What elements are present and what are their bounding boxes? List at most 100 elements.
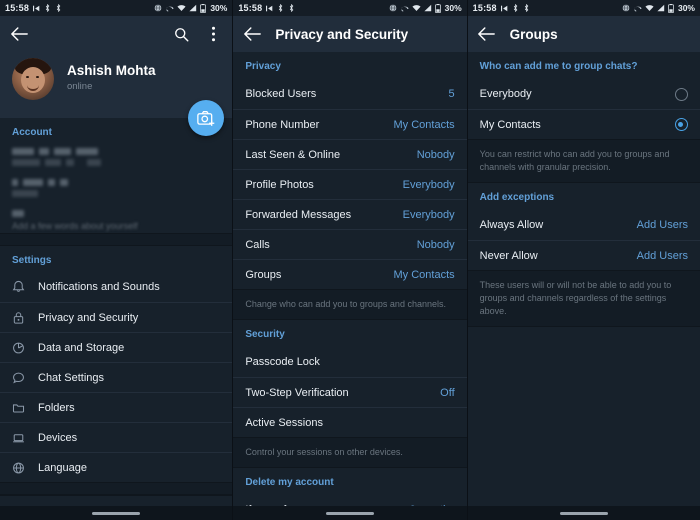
radio-option-my-contacts[interactable]: My Contacts xyxy=(467,109,700,139)
sidebar-item-devices[interactable]: Devices xyxy=(0,422,233,452)
battery-percent: 30% xyxy=(677,3,695,13)
row-active-sessions[interactable]: Active Sessions xyxy=(233,407,467,437)
section-divider xyxy=(0,233,233,246)
row-groups[interactable]: Groups My Contacts xyxy=(233,259,467,289)
sidebar-item-label: Chat Settings xyxy=(38,371,105,384)
radio-option-everybody[interactable]: Everybody xyxy=(468,79,700,109)
media-skip-icon xyxy=(33,5,40,12)
status-bar: 15:58 30% xyxy=(467,0,700,16)
redacted-bar xyxy=(60,179,68,186)
row-profile-photos[interactable]: Profile Photos Everybody xyxy=(233,169,467,199)
panel-settings: 15:58 30% Ashish Mohta online Account Ad… xyxy=(0,0,234,520)
row-always-allow[interactable]: Always Allow Add Users xyxy=(468,210,700,240)
row-passcode-lock[interactable]: Passcode Lock xyxy=(233,347,466,377)
sidebar-item-language[interactable]: Language xyxy=(0,452,233,482)
security-section-title: Security xyxy=(245,329,285,340)
three-screenshot-strip: 15:58 30% Ashish Mohta online Account Ad… xyxy=(0,0,700,520)
back-arrow-icon[interactable] xyxy=(478,25,496,43)
sidebar-item-chat-settings[interactable]: Chat Settings xyxy=(0,362,233,392)
gesture-bar-handle[interactable] xyxy=(325,511,374,515)
privacy-scroll-body[interactable]: Privacy Blocked Users 5 Phone Number My … xyxy=(233,52,467,506)
radio-button-everybody[interactable] xyxy=(674,87,688,101)
row-last-seen-online[interactable]: Last Seen & Online Nobody xyxy=(233,139,467,169)
gesture-bar-handle[interactable] xyxy=(559,511,608,515)
sidebar-item-folders[interactable]: Folders xyxy=(0,392,233,422)
redacted-bar xyxy=(66,159,74,166)
signal-icon xyxy=(424,4,432,12)
row-label: Active Sessions xyxy=(245,416,323,429)
exceptions-footnote: These users will or will not be able to … xyxy=(467,270,700,327)
sidebar-item-data-storage[interactable]: Data and Storage xyxy=(0,332,233,362)
row-calls[interactable]: Calls Nobody xyxy=(233,229,467,259)
back-arrow-icon[interactable] xyxy=(243,25,261,43)
profile-status: online xyxy=(67,81,93,92)
security-footnote: Control your sessions on other devices. xyxy=(233,437,467,468)
redacted-bar xyxy=(12,190,38,197)
groups-scroll-body[interactable]: Who can add me to group chats? Everybody… xyxy=(467,52,700,506)
more-vertical-icon[interactable] xyxy=(204,25,222,43)
panel-groups: 15:58 30% Groups Who can add me to group… xyxy=(467,0,700,520)
row-phone-number[interactable]: Phone Number My Contacts xyxy=(233,109,467,139)
profile-name: Ashish Mohta xyxy=(67,63,156,78)
bluetooth-icon xyxy=(523,4,530,12)
search-icon[interactable] xyxy=(172,25,190,43)
account-section-title: Account xyxy=(12,127,52,138)
sidebar-item-notifications[interactable]: Notifications and Sounds xyxy=(0,272,232,302)
status-time: 15:58 xyxy=(5,3,30,13)
globe-icon xyxy=(12,461,38,475)
redacted-bar xyxy=(87,159,101,166)
row-value: My Contacts xyxy=(393,268,455,281)
row-label: Groups xyxy=(245,268,282,281)
row-label: Phone Number xyxy=(245,118,320,131)
bluetooth-icon xyxy=(288,4,295,12)
radio-button-my-contacts[interactable] xyxy=(674,118,688,131)
row-value: 5 xyxy=(448,88,455,100)
bluetooth-icon xyxy=(55,4,62,12)
redacted-bar xyxy=(45,159,61,166)
signal-icon xyxy=(189,4,197,12)
privacy-section-title: Privacy xyxy=(245,61,281,72)
status-bar-left: 15:58 xyxy=(5,3,62,13)
settings-scroll-body[interactable]: Account Add a few words about yourself S… xyxy=(0,118,233,506)
row-never-allow[interactable]: Never Allow Add Users xyxy=(467,240,700,270)
row-label: Profile Photos xyxy=(245,178,314,191)
battery-icon xyxy=(200,3,207,13)
redacted-line xyxy=(12,148,220,155)
sidebar-item-privacy-security[interactable]: Privacy and Security xyxy=(0,302,233,332)
sidebar-item-label: Language xyxy=(38,461,87,474)
row-value: Nobody xyxy=(416,148,455,161)
add-users-link[interactable]: Add Users xyxy=(637,219,688,231)
row-label: My Contacts xyxy=(479,118,541,131)
page-title: Groups xyxy=(509,26,558,42)
privacy-footnote: Change who can add you to groups and cha… xyxy=(233,289,467,320)
row-two-step-verification[interactable]: Two-Step Verification Off xyxy=(233,377,467,407)
add-users-link[interactable]: Add Users xyxy=(637,250,688,262)
row-label: Forwarded Messages xyxy=(245,208,352,221)
battery-icon xyxy=(434,3,441,13)
status-time: 15:58 xyxy=(472,3,497,13)
row-forwarded-messages[interactable]: Forwarded Messages Everybody xyxy=(233,199,467,229)
back-arrow-icon[interactable] xyxy=(10,25,28,43)
redacted-bar xyxy=(54,148,71,155)
panel-privacy-security: 15:58 30% Privacy and Security Privacy B… xyxy=(233,0,468,520)
who-can-add-title: Who can add me to group chats? xyxy=(479,61,638,72)
battery-percent: 30% xyxy=(210,3,228,13)
row-label: Never Allow xyxy=(479,249,538,262)
row-value: Everybody xyxy=(402,208,455,221)
row-label: If away for xyxy=(245,504,409,506)
wifi-icon xyxy=(412,4,421,12)
row-value: Everybody xyxy=(402,178,455,191)
redacted-bar xyxy=(12,210,24,217)
redacted-bar xyxy=(23,179,43,186)
avatar[interactable] xyxy=(12,58,54,100)
globe-icon xyxy=(622,4,630,12)
groups-app-bar: Groups xyxy=(467,16,700,52)
row-if-away-for[interactable]: If away for 6 months xyxy=(233,495,466,506)
laptop-icon xyxy=(12,431,38,445)
missed-call-icon xyxy=(633,4,642,12)
row-label: Calls xyxy=(245,238,270,251)
gesture-bar-handle[interactable] xyxy=(92,511,141,515)
battery-percent: 30% xyxy=(444,3,462,13)
row-blocked-users[interactable]: Blocked Users 5 xyxy=(233,79,466,109)
help-row[interactable]: Help xyxy=(0,495,233,506)
